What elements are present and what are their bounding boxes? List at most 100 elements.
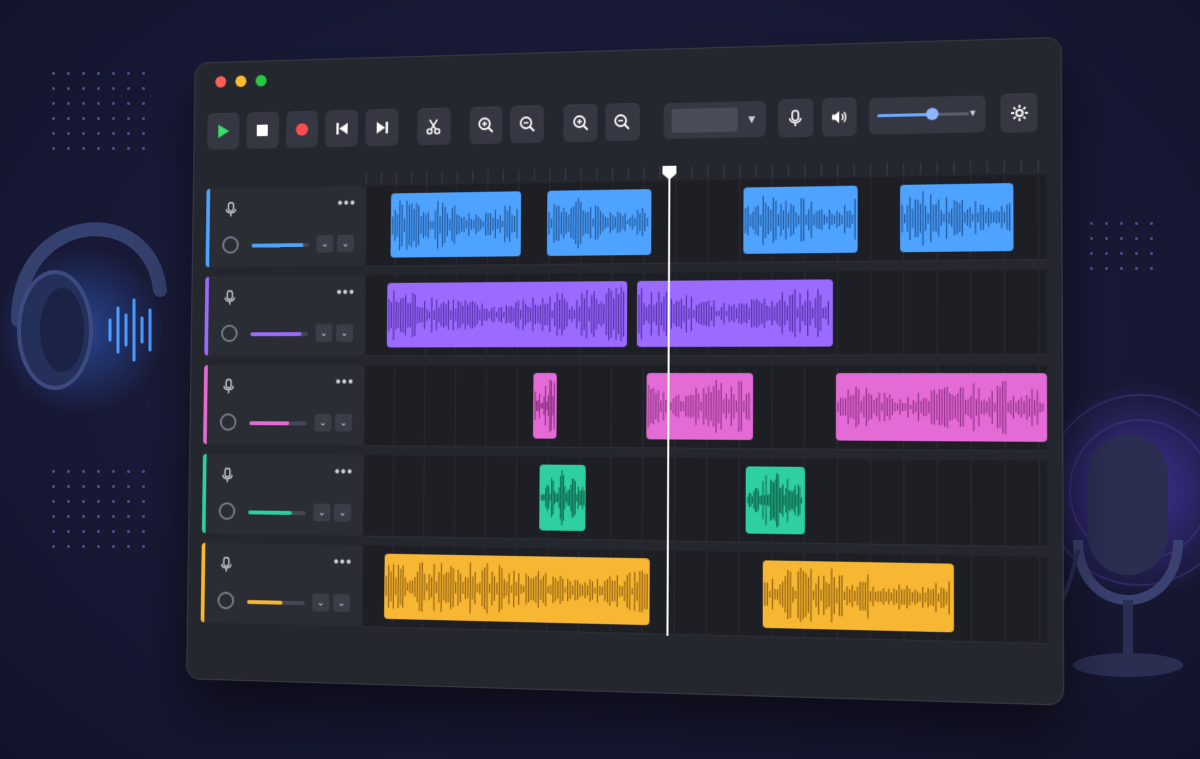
decor-dot (112, 470, 115, 473)
volume-button[interactable] (821, 97, 858, 137)
track-header[interactable]: ••• ⌄ ⌄ (203, 365, 364, 446)
track-header[interactable]: ••• ⌄ ⌄ (200, 542, 363, 627)
more-options-icon[interactable]: ••• (335, 374, 354, 391)
close-window-button[interactable] (215, 75, 227, 88)
stop-button[interactable] (246, 111, 279, 149)
track-lane[interactable] (363, 269, 1047, 357)
chevron-down-icon[interactable]: ⌄ (312, 593, 330, 612)
chevron-down-icon[interactable]: ⌄ (316, 235, 334, 253)
chevron-down-icon[interactable]: ⌄ (336, 234, 354, 253)
headphones-icon (0, 222, 167, 410)
playhead-marker-icon[interactable] (661, 165, 677, 181)
microphone-icon[interactable] (219, 466, 236, 486)
decor-dot (97, 117, 100, 120)
microphone-icon[interactable] (220, 377, 237, 396)
zoom-in-button[interactable] (469, 106, 503, 145)
pan-knob[interactable] (219, 413, 237, 431)
decor-dot (1120, 252, 1123, 255)
decor-dot (112, 545, 115, 548)
audio-clip[interactable] (390, 191, 522, 258)
more-options-icon[interactable]: ••• (336, 284, 355, 301)
audio-clip[interactable] (637, 279, 833, 347)
track-lane[interactable] (363, 364, 1048, 452)
pan-knob[interactable] (222, 236, 239, 254)
audio-clip[interactable] (538, 464, 586, 532)
decor-dot (82, 132, 85, 135)
track-lane[interactable] (364, 174, 1047, 267)
maximize-window-button[interactable] (255, 74, 267, 87)
waveform-path (386, 561, 647, 617)
minimize-window-button[interactable] (235, 75, 247, 88)
zoom-fit-out-button[interactable] (605, 102, 640, 142)
chevron-down-icon[interactable]: ⌄ (335, 324, 354, 342)
chevron-down-icon[interactable]: ▼ (968, 108, 977, 118)
chevron-down-icon[interactable]: ⌄ (332, 594, 351, 613)
track-lane[interactable] (361, 545, 1048, 645)
track-header[interactable]: ••• ⌄ ⌄ (205, 186, 366, 268)
skip-forward-button[interactable] (365, 108, 399, 147)
decor-dot (112, 87, 115, 90)
decor-dot (67, 470, 70, 473)
pan-knob[interactable] (218, 502, 236, 520)
decor-dot (112, 72, 115, 75)
audio-clip[interactable] (762, 560, 954, 633)
decor-dot (1090, 267, 1093, 270)
track-volume-fader[interactable] (249, 421, 307, 426)
track-header[interactable]: ••• ⌄ ⌄ (201, 453, 363, 536)
waveform (763, 560, 954, 632)
record-button[interactable] (285, 110, 319, 149)
more-options-icon[interactable]: ••• (333, 554, 352, 571)
waveform (533, 373, 557, 439)
skip-back-button[interactable] (325, 109, 359, 148)
chevron-down-icon[interactable]: ⌄ (333, 503, 352, 522)
zoom-fit-in-button[interactable] (563, 103, 598, 143)
track-lane[interactable] (362, 455, 1048, 548)
audio-clip[interactable] (836, 373, 1048, 442)
audio-clip[interactable] (646, 373, 753, 440)
pan-knob[interactable] (217, 591, 235, 610)
decor-dot (52, 87, 55, 90)
play-button[interactable] (207, 112, 240, 150)
audio-clip[interactable] (742, 185, 858, 254)
microphone-icon[interactable] (218, 555, 235, 575)
zoom-out-button[interactable] (510, 105, 545, 144)
audio-clip[interactable] (383, 553, 650, 626)
preset-dropdown[interactable]: ▼ (663, 100, 766, 140)
decor-dot (127, 72, 130, 75)
microphone-icon[interactable] (221, 288, 238, 307)
pan-knob[interactable] (220, 324, 238, 343)
decor-dot (97, 500, 100, 503)
decor-dot (67, 147, 70, 150)
master-volume-slider[interactable]: ▼ (869, 95, 986, 135)
chevron-down-icon[interactable]: ⌄ (315, 324, 333, 342)
decor-dot (1090, 237, 1093, 240)
track-volume-fader[interactable] (250, 332, 309, 337)
cut-button[interactable] (417, 107, 451, 146)
settings-button[interactable] (1000, 93, 1038, 133)
decor-dot (67, 545, 70, 548)
track-volume-fader[interactable] (247, 599, 305, 606)
decor-dot (1120, 237, 1123, 240)
decor-dot (142, 515, 145, 518)
audio-clip[interactable] (386, 281, 628, 348)
volume-thumb[interactable] (926, 107, 939, 121)
decor-dot (52, 500, 55, 503)
scissors-icon (424, 116, 443, 136)
track-volume-fader[interactable] (248, 510, 306, 516)
more-options-icon[interactable]: ••• (334, 464, 353, 481)
microphone-icon[interactable] (223, 200, 240, 219)
input-monitor-button[interactable] (777, 98, 814, 138)
chevron-down-icon[interactable]: ⌄ (314, 413, 332, 432)
decor-dot (67, 102, 70, 105)
decor-dot (142, 500, 145, 503)
chevron-down-icon: ▼ (745, 111, 758, 127)
audio-clip[interactable] (547, 189, 652, 256)
audio-clip[interactable] (899, 183, 1014, 253)
track-volume-fader[interactable] (251, 243, 310, 248)
audio-clip[interactable] (532, 372, 557, 439)
more-options-icon[interactable]: ••• (337, 195, 356, 212)
chevron-down-icon[interactable]: ⌄ (313, 503, 331, 522)
chevron-down-icon[interactable]: ⌄ (334, 413, 353, 432)
track-header[interactable]: ••• ⌄ ⌄ (204, 275, 365, 356)
audio-clip[interactable] (745, 466, 805, 535)
